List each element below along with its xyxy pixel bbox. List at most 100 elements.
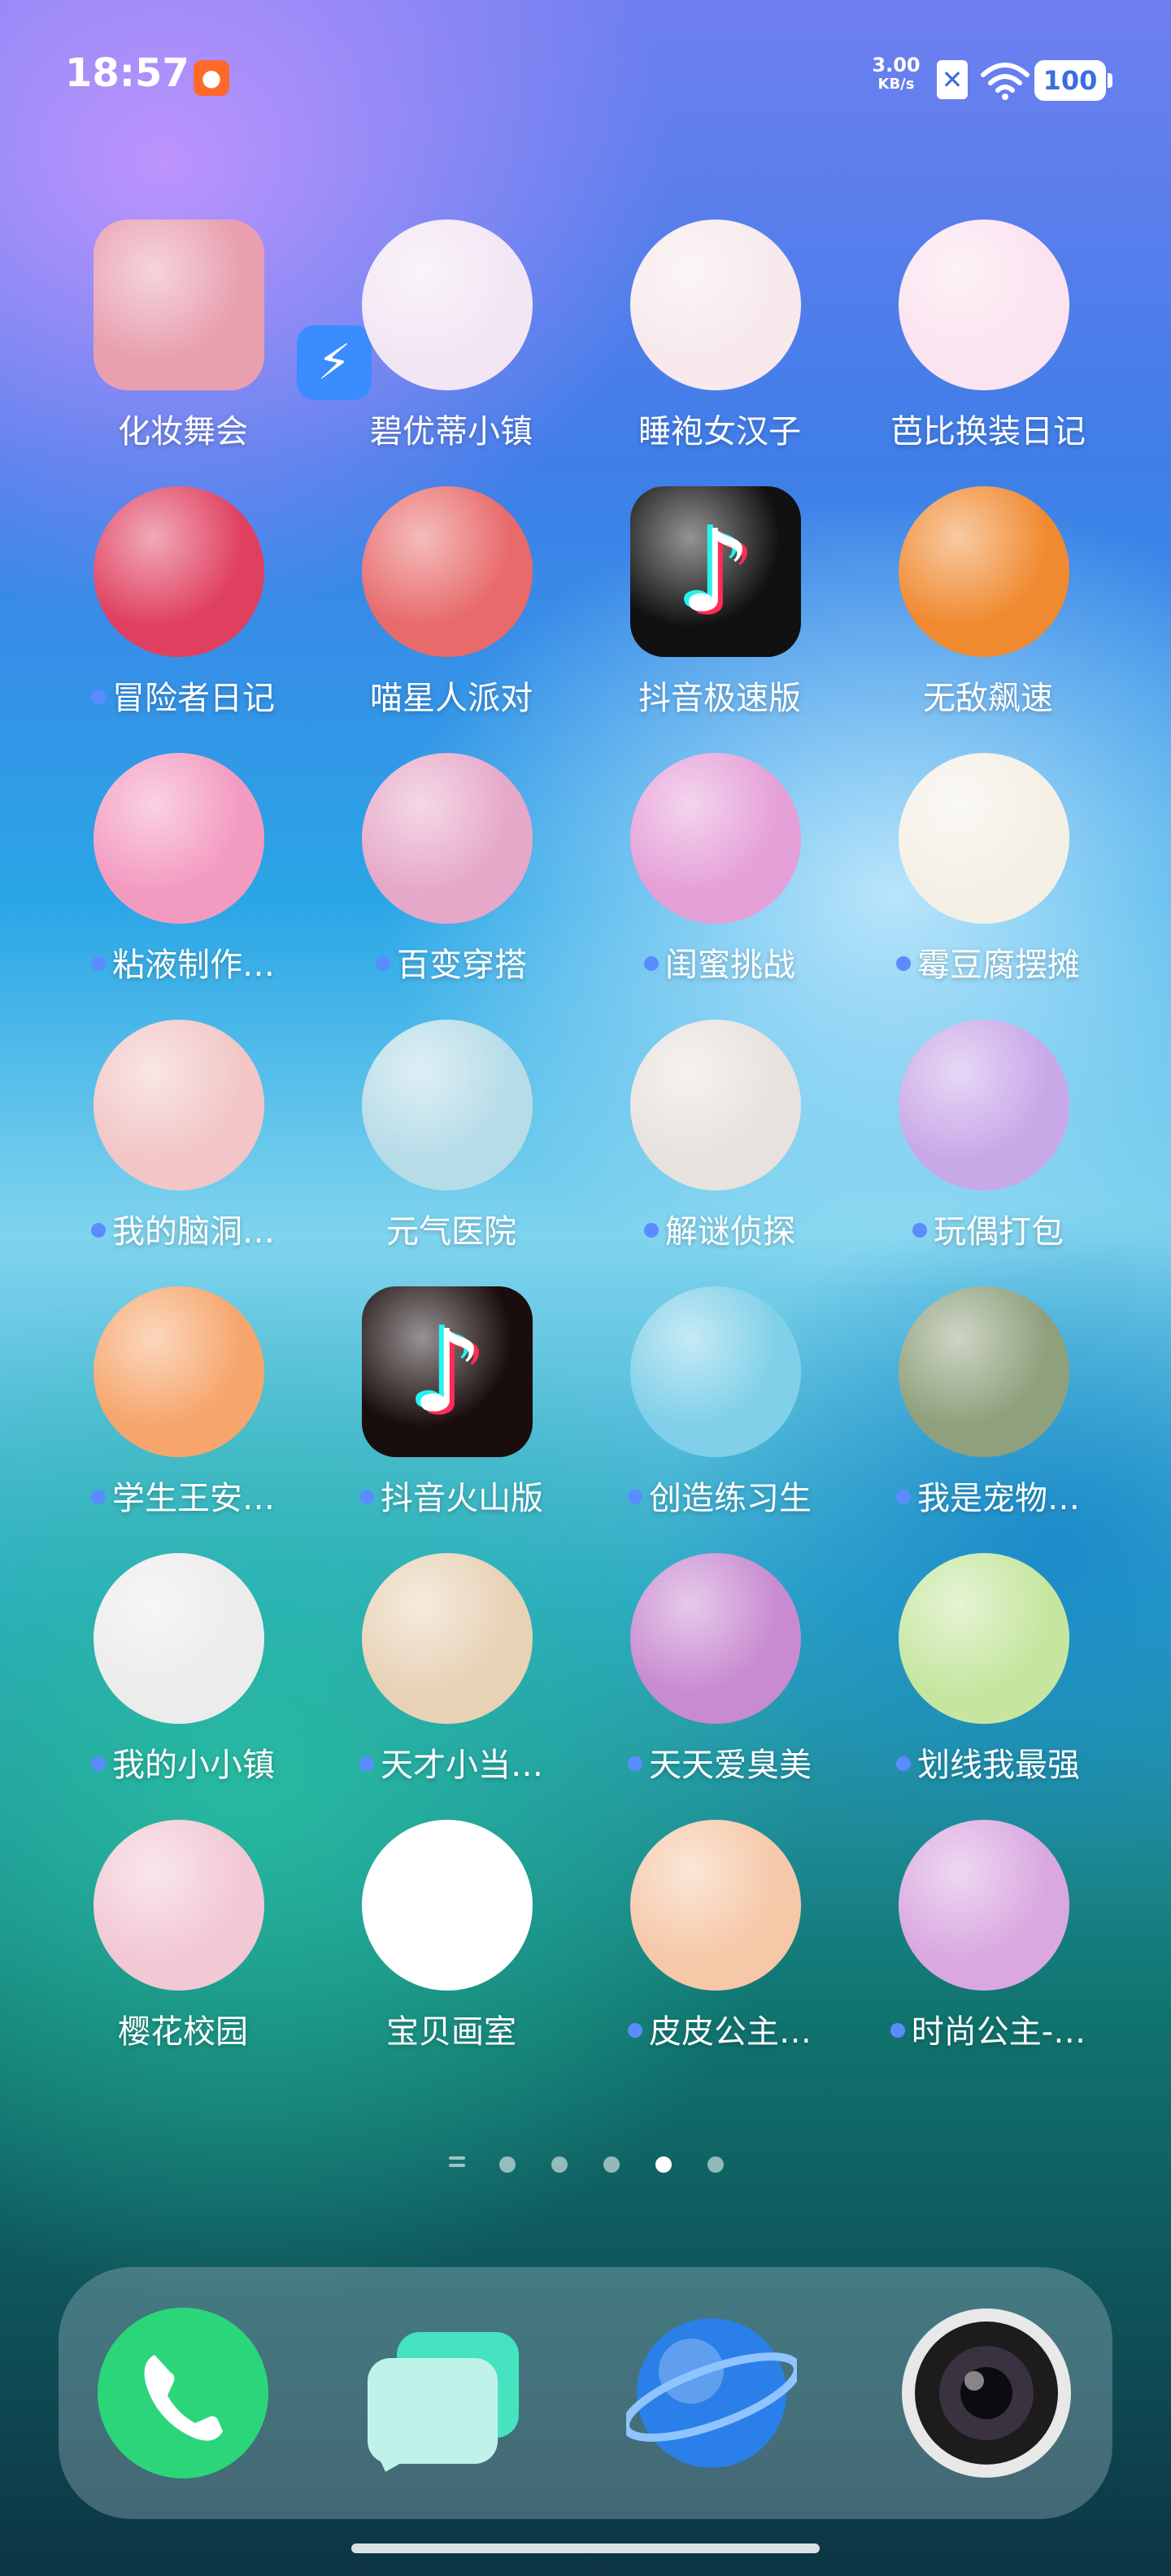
- page-dot-active[interactable]: [655, 2156, 672, 2173]
- app-makeup-ball[interactable]: ⚡ 化妆舞会: [49, 220, 372, 463]
- app-label: 闺蜜挑战: [586, 938, 854, 986]
- app-brain-hole[interactable]: 我的脑洞…: [49, 1020, 317, 1264]
- beauty-daily-icon: [630, 1553, 801, 1724]
- app-slime-maker[interactable]: 粘液制作…: [49, 753, 317, 997]
- app-cat-party[interactable]: 喵星人派对: [317, 486, 586, 730]
- update-dot: [890, 2023, 905, 2038]
- app-baby-studio[interactable]: 宝贝画室: [317, 1820, 586, 2064]
- app-label: 玩偶打包: [854, 1205, 1122, 1252]
- update-dot: [359, 1756, 374, 1771]
- app-trainee[interactable]: 创造练习生: [586, 1286, 854, 1530]
- app-label: 粘液制作…: [49, 938, 317, 986]
- app-outfit[interactable]: 百变穿搭: [317, 753, 586, 997]
- messages-icon[interactable]: [361, 2308, 532, 2478]
- tofu-stall-icon: [899, 753, 1069, 924]
- data-off-icon: ✕: [937, 60, 968, 99]
- app-label: 无敌飙速: [923, 680, 1053, 717]
- app-label: 创造练习生: [586, 1472, 854, 1519]
- page-dot[interactable]: [551, 2156, 568, 2173]
- hospital-icon: [362, 1020, 533, 1190]
- app-hospital[interactable]: 元气医院: [317, 1020, 586, 1264]
- status-bar: 18:57 ● 3.00 KB/s ✕ 100: [0, 0, 1171, 154]
- app-label: 我的小小镇: [49, 1738, 317, 1786]
- page-dot[interactable]: [707, 2156, 724, 2173]
- camera-icon[interactable]: [901, 2308, 1072, 2478]
- phone-icon[interactable]: [98, 2308, 268, 2478]
- net-speed: 3.00 KB/s: [872, 54, 921, 93]
- update-dot: [644, 956, 659, 971]
- dock: [59, 2267, 1112, 2519]
- app-label: 冒险者日记: [49, 672, 317, 719]
- wifi-icon: [981, 63, 1030, 100]
- app-puzzle-detective[interactable]: 解谜侦探: [586, 1020, 854, 1264]
- app-genius-boss[interactable]: 天才小当…: [317, 1553, 586, 1797]
- update-dot: [91, 956, 106, 971]
- app-tofu-stall[interactable]: 霉豆腐摆摊: [854, 753, 1122, 997]
- app-bff-challenge[interactable]: 闺蜜挑战: [586, 753, 854, 997]
- update-dot: [91, 1223, 106, 1238]
- app-student[interactable]: 学生王安…: [49, 1286, 317, 1530]
- page-menu-icon[interactable]: [449, 2156, 465, 2169]
- app-label: 抖音火山版: [317, 1472, 586, 1519]
- baby-studio-icon: [362, 1820, 533, 1991]
- adventurer-diary-icon: [94, 486, 264, 657]
- app-draw-line[interactable]: 划线我最强: [854, 1553, 1122, 1797]
- app-label: 皮皮公主…: [586, 2005, 854, 2052]
- app-label: 学生王安…: [49, 1472, 317, 1519]
- makeup-ball-icon: [94, 220, 264, 390]
- app-label: 宝贝画室: [386, 2013, 516, 2051]
- app-sakura-school[interactable]: 樱花校园: [49, 1820, 317, 2064]
- app-label: 天才小当…: [317, 1738, 586, 1786]
- doll-pack-icon: [899, 1020, 1069, 1190]
- app-little-town[interactable]: 我的小小镇: [49, 1553, 317, 1797]
- app-invincible-speed[interactable]: 无敌飙速: [854, 486, 1122, 730]
- update-dot: [896, 1756, 911, 1771]
- app-douyin-lite[interactable]: ♪ 抖音极速版: [586, 486, 854, 730]
- app-fashion-princess[interactable]: 时尚公主-…: [854, 1820, 1122, 2064]
- app-label: 喵星人派对: [370, 680, 533, 717]
- update-dot: [628, 2023, 642, 2038]
- pet-icon: [899, 1286, 1069, 1457]
- app-adventurer-diary[interactable]: 冒险者日记: [49, 486, 317, 730]
- douyin-volcano-icon: ♪: [362, 1286, 533, 1457]
- app-label: 樱花校园: [118, 2013, 248, 2051]
- slime-maker-icon: [94, 753, 264, 924]
- dressup-diary-icon: [899, 220, 1069, 390]
- home-indicator[interactable]: [351, 2543, 820, 2553]
- page-dot[interactable]: [603, 2156, 620, 2173]
- app-label: 抖音极速版: [638, 680, 801, 717]
- app-label: 天天爱臭美: [586, 1738, 854, 1786]
- app-label: 我的脑洞…: [49, 1205, 317, 1252]
- app-robe-girl[interactable]: 睡袍女汉子: [586, 220, 854, 463]
- app-label: 霉豆腐摆摊: [854, 938, 1122, 986]
- app-pet[interactable]: 我是宠物…: [854, 1286, 1122, 1530]
- update-dot: [912, 1223, 927, 1238]
- update-dot: [91, 1490, 106, 1504]
- draw-line-icon: [899, 1553, 1069, 1724]
- app-beauty-daily[interactable]: 天天爱臭美: [586, 1553, 854, 1797]
- app-label: 碧优蒂小镇: [370, 413, 533, 450]
- app-label: 芭比换装日记: [890, 413, 1086, 450]
- app-beauty-town[interactable]: 碧优蒂小镇: [317, 220, 586, 463]
- browser-icon[interactable]: [621, 2308, 802, 2478]
- battery-indicator: 100: [1034, 60, 1112, 101]
- page-dot[interactable]: [499, 2156, 516, 2173]
- app-dressup-diary[interactable]: 芭比换装日记: [854, 220, 1122, 463]
- app-pipi-princess[interactable]: 皮皮公主…: [586, 1820, 854, 2064]
- app-douyin-volcano[interactable]: ♪ 抖音火山版: [317, 1286, 586, 1530]
- invincible-speed-icon: [899, 486, 1069, 657]
- update-dot: [91, 690, 106, 704]
- app-label: 我是宠物…: [854, 1472, 1122, 1519]
- sakura-school-icon: [94, 1820, 264, 1991]
- update-dot: [91, 1756, 106, 1771]
- pipi-princess-icon: [630, 1820, 801, 1991]
- trainee-icon: [630, 1286, 801, 1457]
- app-doll-pack[interactable]: 玩偶打包: [854, 1020, 1122, 1264]
- douyin-lite-icon: ♪: [630, 486, 801, 657]
- fashion-princess-icon: [899, 1820, 1069, 1991]
- app-label: 百变穿搭: [317, 938, 586, 986]
- bff-challenge-icon: [630, 753, 801, 924]
- page-indicator[interactable]: [0, 2147, 1171, 2179]
- app-label: 睡袍女汉子: [638, 413, 801, 450]
- little-town-icon: [94, 1553, 264, 1724]
